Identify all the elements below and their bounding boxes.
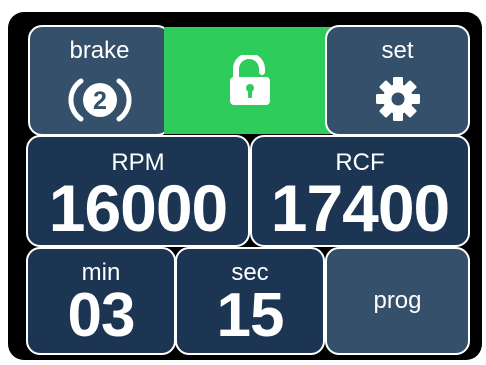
settings-button[interactable]: set	[325, 25, 470, 136]
minutes-display[interactable]: min 03	[26, 247, 176, 355]
rpm-display[interactable]: RPM 16000	[26, 135, 250, 247]
rcf-value: 17400	[270, 171, 451, 245]
brake-level-value: 2	[93, 87, 107, 115]
settings-label: set	[381, 37, 414, 64]
rcf-display[interactable]: RCF 17400	[250, 135, 470, 247]
rpm-value: 16000	[48, 171, 229, 245]
unlock-icon	[164, 55, 336, 107]
seconds-value: 15	[216, 281, 285, 350]
brake-button[interactable]: brake 2	[28, 25, 171, 136]
gear-icon	[327, 75, 468, 123]
brake-level-icon: 2	[30, 75, 169, 125]
program-label: prog	[373, 287, 422, 314]
brake-label: brake	[69, 37, 130, 64]
lock-toggle-button[interactable]	[164, 27, 336, 134]
seconds-display[interactable]: sec 15	[175, 247, 325, 355]
program-button[interactable]: prog	[325, 247, 470, 355]
minutes-value: 03	[67, 281, 136, 350]
